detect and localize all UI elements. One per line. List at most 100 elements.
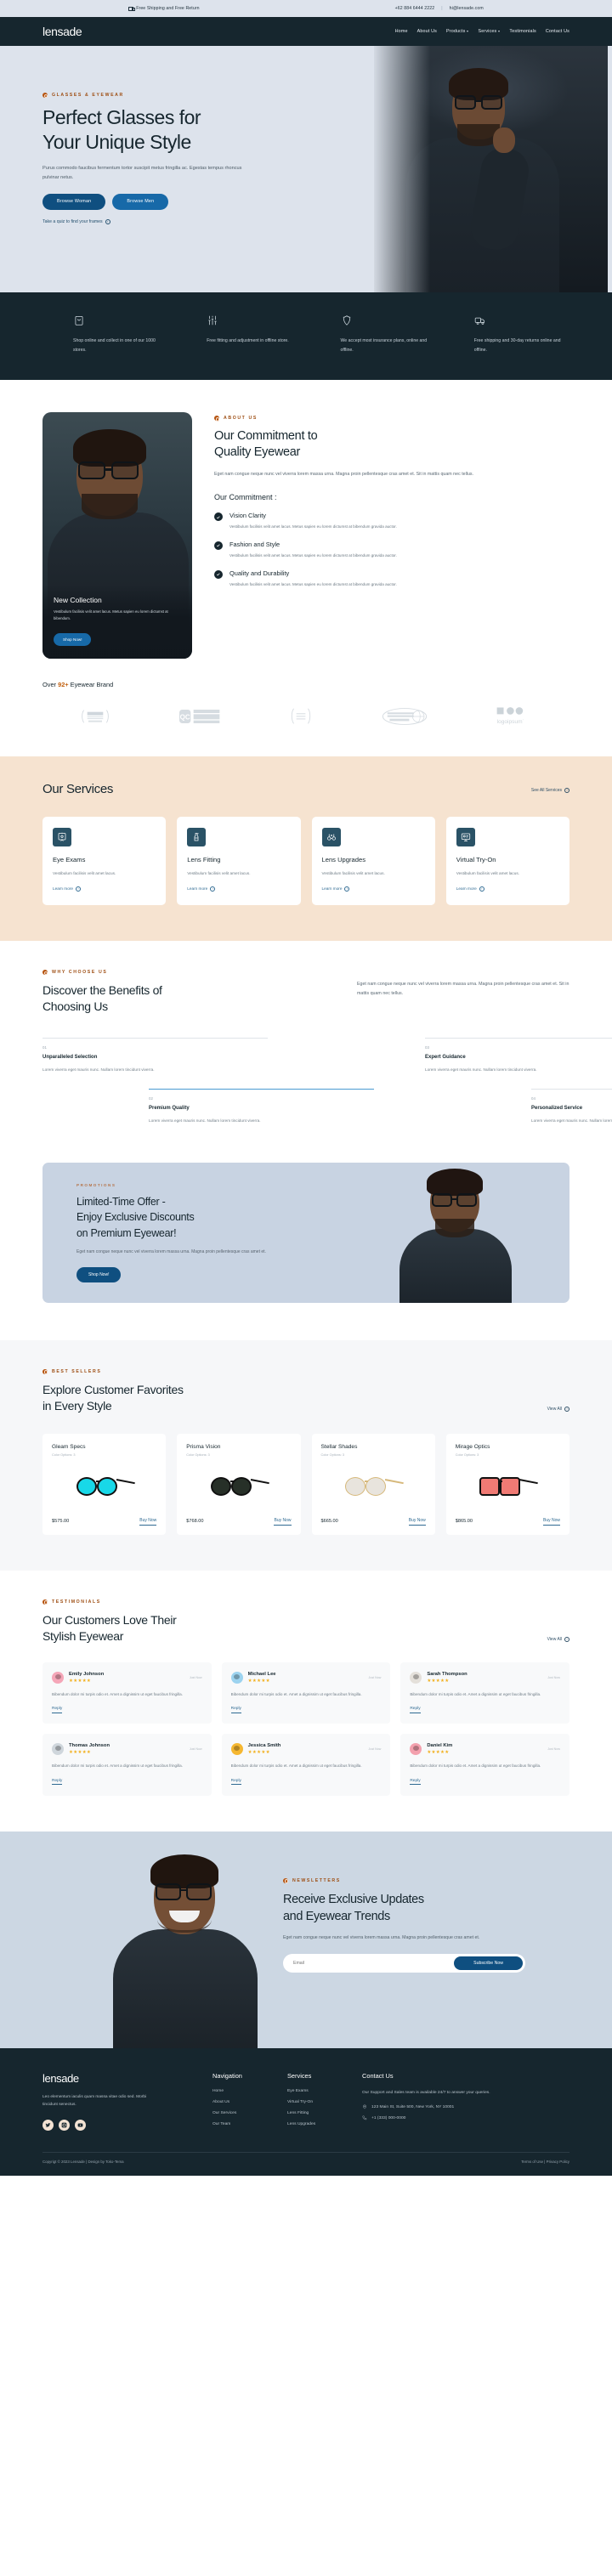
service-learn-more-link[interactable]: Learn more ›: [322, 886, 425, 892]
topbar-phone[interactable]: +62 884 6444 2222: [395, 6, 435, 11]
nav-item-contact-us[interactable]: Contact Us: [546, 29, 570, 34]
brand-logo-standard: [382, 706, 428, 727]
footer-service-link-virtual-try-on[interactable]: Virtual Try-On: [287, 2100, 362, 2104]
why-title-line2: Choosing Us: [42, 999, 108, 1014]
commitment-description: Vestibulum facilisis velit amet lacus. M…: [230, 524, 397, 529]
nav-item-testimonials[interactable]: Testimonials: [509, 29, 536, 34]
badge-dot-icon: [42, 1368, 48, 1375]
nav-item-products[interactable]: Products: [446, 29, 469, 34]
service-learn-more-link[interactable]: Learn more ›: [187, 886, 290, 892]
footer-service-link-lens-upgrades[interactable]: Lens Upgrades: [287, 2122, 362, 2126]
subscribe-now-button[interactable]: Subscribe Now: [454, 1956, 523, 1970]
product-card-prisma-vision[interactable]: Prisma Vision Color Options: 3 $768.00 B…: [177, 1434, 301, 1535]
why-item-03[interactable]: 03 Expert Guidance Lorem viverra eget ma…: [425, 1037, 612, 1074]
service-card-lens-upgrades[interactable]: Lens Upgrades Vestibulum facilisis velit…: [311, 817, 435, 905]
promo-title-line2: Enjoy Exclusive Discounts: [76, 1211, 195, 1224]
testimonial-card: Michael Lee ★★★★★ Just Now Bibendum dolo…: [221, 1662, 391, 1724]
buy-now-button[interactable]: Buy Now: [139, 1518, 157, 1526]
adjust-sliders-icon: [207, 314, 218, 326]
footer-nav-link-our-services[interactable]: Our Services: [212, 2111, 287, 2115]
brands-heading-pre: Over: [42, 681, 59, 689]
arrow-circle-icon: ›: [479, 886, 484, 892]
service-name: Lens Upgrades: [321, 856, 366, 864]
footer-nav-link-home[interactable]: Home: [212, 2089, 287, 2093]
reply-link[interactable]: Reply: [410, 1779, 421, 1786]
reply-link[interactable]: Reply: [52, 1779, 63, 1786]
learn-more-label: Learn more: [456, 886, 477, 892]
promo-model-photo: [393, 1163, 520, 1303]
reply-link[interactable]: Reply: [410, 1707, 421, 1713]
testimonial-card: Daniel Kim ★★★★★ Just Now Bibendum dolor…: [400, 1734, 570, 1796]
check-circle-icon: [214, 569, 223, 579]
why-item-02[interactable]: 02 Premium Quality Lorem viverra eget ma…: [149, 1089, 374, 1125]
service-learn-more-link[interactable]: Learn more ›: [53, 886, 156, 892]
nav-item-services[interactable]: Services: [478, 29, 501, 34]
service-description: Vestibulum facilisis velit amet lacus.: [53, 871, 116, 876]
why-item-number: 02: [149, 1096, 153, 1101]
service-name: Eye Exams: [53, 856, 86, 864]
collection-shop-now-button[interactable]: Shop Now!: [54, 633, 92, 647]
service-learn-more-link[interactable]: Learn more ›: [456, 886, 559, 892]
newsletter-model-photo: [106, 1851, 264, 2048]
hero-buttons: Browse Woman Browse Men: [42, 193, 298, 210]
nav-item-home[interactable]: Home: [395, 29, 408, 34]
footer-nav-link-about-us[interactable]: About Us: [212, 2100, 287, 2104]
reply-link[interactable]: Reply: [230, 1707, 241, 1713]
view-all-products-link[interactable]: View All ›: [547, 1407, 570, 1413]
promo-shop-now-button[interactable]: Shop Now!: [76, 1266, 122, 1282]
product-card-mirage-optics[interactable]: Mirage Optics Color Options: 3 $865.00 B…: [445, 1434, 570, 1535]
brand-logo-award-wreath: [287, 705, 314, 728]
service-card-virtual-try-on[interactable]: Virtual Try-On Vestibulum facilisis veli…: [445, 817, 570, 905]
email-input[interactable]: [293, 1960, 455, 1966]
shield-icon: [341, 314, 353, 326]
instagram-icon[interactable]: [59, 2120, 70, 2132]
products-title-line1: Explore Customer Favorites: [42, 1382, 184, 1396]
service-description: Vestibulum facilisis velit amet lacus.: [187, 871, 251, 876]
newsletter-eyebrow: NEWSLETTERS: [283, 1877, 564, 1883]
reply-link[interactable]: Reply: [52, 1707, 63, 1713]
view-all-testimonials-link[interactable]: View All ›: [547, 1636, 570, 1642]
buy-now-button[interactable]: Buy Now: [408, 1518, 426, 1526]
terms-of-use-link[interactable]: Terms of Use: [521, 2160, 543, 2164]
why-eyebrow: WHY CHOOSE US: [42, 969, 289, 976]
promotions-section: PROMOTIONS Limited-Time Offer - Enjoy Ex…: [0, 1140, 612, 1340]
privacy-policy-link[interactable]: Privacy Policy: [547, 2160, 570, 2164]
why-column-right: 03 Expert Guidance Lorem viverra eget ma…: [425, 1037, 612, 1141]
product-color-options: Color Options: 3: [455, 1453, 479, 1458]
see-all-services-link[interactable]: See All Services ›: [531, 788, 570, 794]
take-quiz-link[interactable]: Take a quiz to find your frames ›: [42, 218, 298, 224]
footer-service-link-eye-exams[interactable]: Eye Exams: [287, 2089, 362, 2093]
promo-description: Eget nam congue neque nunc vel viverra l…: [76, 1249, 266, 1255]
footer-phone[interactable]: +1 (333) 000-0000: [362, 2115, 515, 2120]
why-item-01[interactable]: 01 Unparalleled Selection Lorem viverra …: [42, 1037, 268, 1074]
topbar-email[interactable]: hi@lensade.com: [450, 6, 484, 11]
footer-nav-link-our-team[interactable]: Our Team: [212, 2122, 287, 2126]
glasses-plus-icon: [321, 828, 341, 847]
service-card-eye-exams[interactable]: Eye Exams Vestibulum facilisis velit ame…: [42, 817, 167, 905]
browse-woman-button[interactable]: Browse Woman: [42, 193, 106, 210]
footer-address: 123 Main St, Suite 500, New York, NY 100…: [362, 2104, 515, 2109]
about-eyebrow: ABOUT US: [214, 416, 570, 422]
nav-item-about-us[interactable]: About Us: [417, 29, 437, 34]
commitment-item: Quality and Durability Vestibulum facili…: [214, 569, 570, 589]
rating-stars: ★★★★★: [247, 1678, 270, 1684]
buy-now-button[interactable]: Buy Now: [274, 1518, 292, 1526]
rating-stars: ★★★★★: [427, 1750, 450, 1756]
twitter-icon[interactable]: [42, 2120, 54, 2132]
buy-now-button[interactable]: Buy Now: [542, 1518, 560, 1526]
promo-banner: PROMOTIONS Limited-Time Offer - Enjoy Ex…: [42, 1162, 570, 1303]
footer-service-link-lens-fitting[interactable]: Lens Fitting: [287, 2111, 362, 2115]
about-title-line1: Our Commitment to: [214, 429, 318, 444]
browse-men-button[interactable]: Browse Men: [112, 193, 169, 210]
service-card-lens-fitting[interactable]: Lens Fitting Vestibulum facilisis velit …: [177, 817, 301, 905]
youtube-icon[interactable]: [75, 2120, 86, 2132]
site-logo[interactable]: lensade: [42, 25, 82, 38]
reply-link[interactable]: Reply: [230, 1779, 241, 1786]
footer-logo[interactable]: lensade: [42, 2072, 212, 2085]
testimonial-text: Bibendum dolor mi turpis odio et. Amet a…: [52, 1764, 183, 1769]
why-item-04[interactable]: 04 Personalized Service Lorem viverra eg…: [531, 1089, 612, 1125]
footer-social-links: [42, 2120, 212, 2132]
product-card-stellar-shades[interactable]: Stellar Shades Color Options: 3 $665.00 …: [311, 1434, 435, 1535]
footer-contact-heading: Contact Us: [362, 2071, 394, 2080]
product-card-gleam-specs[interactable]: Gleam Specs Color Options: 3 $575.00 Buy…: [42, 1434, 167, 1535]
